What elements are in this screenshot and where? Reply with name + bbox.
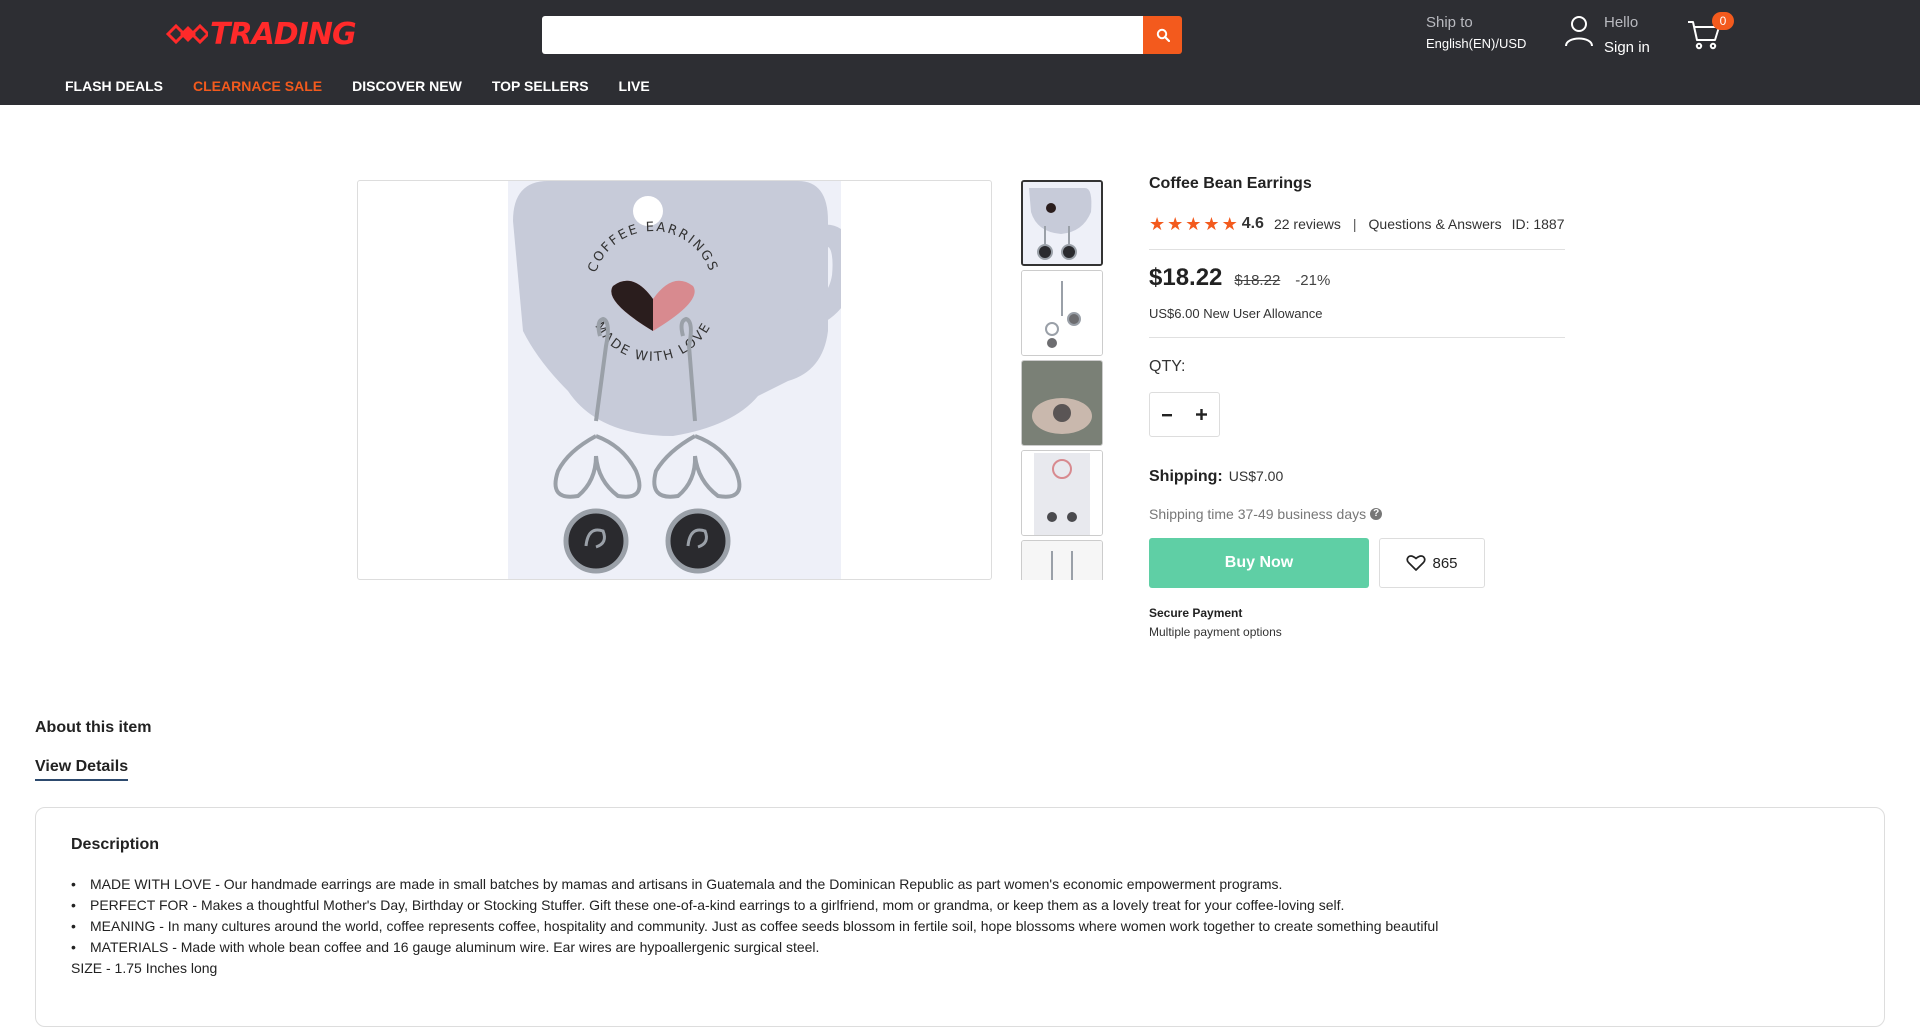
product-photo: COFFEE EARRINGS MADE WITH LOVE <box>508 181 855 579</box>
earrings-illustration: COFFEE EARRINGS MADE WITH LOVE <box>508 181 855 579</box>
product-id: ID: 1887 <box>1511 216 1565 232</box>
separator: | <box>1352 216 1357 232</box>
thumbnail-3[interactable] <box>1021 360 1103 446</box>
logo-text: TRADING <box>210 16 357 52</box>
main-nav: FLASH DEALS CLEARNACE SALE DISCOVER NEW … <box>65 78 650 94</box>
size-info: SIZE - 1.75 Inches long <box>71 960 218 976</box>
logo[interactable]: TRADING <box>166 16 357 52</box>
ship-to-value: English(EN)/USD <box>1426 36 1527 51</box>
list-item: MATERIALS - Made with whole bean coffee … <box>71 937 1849 958</box>
plus-icon <box>1196 409 1208 420</box>
thumbnail-1[interactable] <box>1021 180 1103 266</box>
search-bar <box>542 16 1182 54</box>
list-item: PERFECT FOR - Makes a thoughtful Mother'… <box>71 895 1849 916</box>
logo-icon <box>166 23 208 45</box>
search-icon <box>1156 28 1170 42</box>
star-icon: ★ <box>1185 214 1202 234</box>
increase-qty-button[interactable] <box>1188 401 1216 429</box>
description-panel: Description MADE WITH LOVE - Our handmad… <box>35 807 1885 1027</box>
list-item: MEANING - In many cultures around the wo… <box>71 916 1849 937</box>
hello-label: Hello <box>1604 14 1639 31</box>
reviews-link[interactable]: 22 reviews <box>1274 216 1341 232</box>
search-input[interactable] <box>542 16 1143 54</box>
shipping-cost: US$7.00 <box>1228 468 1284 484</box>
sign-in-link[interactable]: Sign in <box>1604 39 1650 56</box>
about-heading: About this item <box>35 719 152 736</box>
account-menu[interactable]: Hello Sign in <box>1564 14 1650 56</box>
original-price: $18.22 <box>1234 272 1281 289</box>
nav-flash-deals[interactable]: FLASH DEALS <box>65 78 163 94</box>
current-price: $18.22 <box>1149 264 1223 291</box>
shipping-row: Shipping: US$7.00 <box>1149 468 1565 486</box>
questions-answers-link[interactable]: Questions & Answers <box>1369 216 1502 232</box>
divider <box>1149 249 1565 250</box>
tab-view-details[interactable]: View Details <box>35 758 129 781</box>
rating-row: ★ ★ ★ ★ ★ 4.6 22 reviews | Questions & A… <box>1149 215 1565 233</box>
decrease-qty-button[interactable] <box>1153 401 1181 429</box>
product-info: Coffee Bean Earrings ★ ★ ★ ★ ★ 4.6 22 re… <box>1149 175 1565 639</box>
product-title: Coffee Bean Earrings <box>1149 175 1312 192</box>
thumbnail-image <box>1023 182 1101 264</box>
purchase-actions: Buy Now 865 <box>1149 538 1565 588</box>
secure-payment-subtitle: Multiple payment options <box>1149 625 1282 639</box>
price-row: $18.22 $18.22 -21% <box>1149 264 1565 292</box>
secure-payment-title: Secure Payment <box>1149 606 1243 620</box>
thumbnail-image <box>1022 271 1102 355</box>
ship-to-selector[interactable]: Ship to English(EN)/USD <box>1426 14 1526 51</box>
nav-discover-new[interactable]: DISCOVER NEW <box>352 78 462 94</box>
star-icon: ★ <box>1203 214 1220 234</box>
heart-icon <box>1406 555 1427 571</box>
list-item: MADE WITH LOVE - Our handmade earrings a… <box>71 874 1849 895</box>
nav-clearance-sale[interactable]: CLEARNACE SALE <box>193 78 322 94</box>
qty-label: QTY: <box>1149 358 1186 375</box>
new-user-allowance: US$6.00 New User Allowance <box>1149 306 1323 321</box>
product-main-image[interactable]: COFFEE EARRINGS MADE WITH LOVE <box>357 180 992 580</box>
thumbnail-4[interactable] <box>1021 450 1103 536</box>
rating-value: 4.6 <box>1241 215 1264 232</box>
cart-button[interactable]: 0 <box>1686 12 1734 52</box>
header: TRADING Ship to English(EN)/USD Hello Si… <box>0 0 1920 105</box>
wishlist-button[interactable]: 865 <box>1379 538 1485 588</box>
search-button[interactable] <box>1143 16 1182 54</box>
question-icon[interactable]: ? <box>1370 508 1383 520</box>
thumbnail-image <box>1022 541 1102 580</box>
star-icon: ★ <box>1221 214 1238 234</box>
thumbnail-image <box>1022 361 1102 445</box>
shipping-time-text: Shipping time 37-49 business days <box>1149 506 1367 522</box>
discount-badge: -21% <box>1295 272 1331 289</box>
ship-to-label: Ship to <box>1426 14 1473 31</box>
thumbnail-strip <box>1021 180 1103 580</box>
shipping-time: Shipping time 37-49 business days ? <box>1149 506 1565 522</box>
rating-stars: ★ ★ ★ ★ ★ <box>1149 215 1238 233</box>
minus-icon <box>1162 413 1173 416</box>
nav-live[interactable]: LIVE <box>619 78 650 94</box>
thumbnail-5[interactable] <box>1021 540 1103 580</box>
shipping-label: Shipping: <box>1149 468 1223 485</box>
wishlist-count: 865 <box>1432 554 1458 572</box>
star-icon: ★ <box>1167 214 1184 234</box>
thumbnail-image <box>1022 451 1102 535</box>
star-icon: ★ <box>1149 214 1166 234</box>
cart-count-badge: 0 <box>1712 12 1734 30</box>
divider <box>1149 337 1565 338</box>
buy-now-button[interactable]: Buy Now <box>1149 538 1369 588</box>
nav-top-sellers[interactable]: TOP SELLERS <box>492 78 589 94</box>
user-icon <box>1565 16 1593 47</box>
thumbnail-2[interactable] <box>1021 270 1103 356</box>
description-list: MADE WITH LOVE - Our handmade earrings a… <box>71 874 1849 958</box>
quantity-stepper <box>1149 392 1220 437</box>
description-title: Description <box>71 836 160 853</box>
